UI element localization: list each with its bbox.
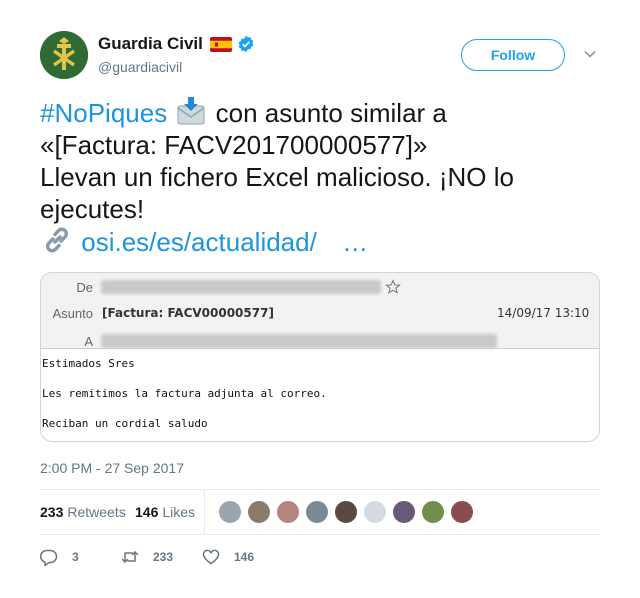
tweet-timestamp[interactable]: 2:00 PM - 27 Sep 2017 [40, 460, 184, 476]
likes-stat[interactable]: 146 Likes [135, 504, 195, 520]
liker-avatar[interactable] [363, 500, 387, 524]
to-redacted [101, 334, 497, 348]
link-icon [42, 225, 72, 255]
avatar[interactable] [40, 31, 88, 79]
like-button[interactable]: 146 [202, 548, 254, 566]
chevron-down-icon[interactable] [583, 47, 597, 61]
email-body: Estimados Sres Les remitimos la factura … [42, 357, 327, 441]
stats-separator [204, 490, 205, 534]
email-body-line: Estimados Sres [42, 357, 135, 370]
reply-button[interactable]: 3 [40, 548, 79, 566]
engagement-stats: 233 Retweets 146 Likes [40, 490, 600, 534]
display-name[interactable]: Guardia Civil [98, 34, 203, 54]
tweet-line2: «[Factura: FACV201700000577]» [40, 130, 428, 160]
account-names: Guardia Civil @guardiacivil [98, 33, 255, 75]
reply-count: 3 [72, 550, 79, 564]
follow-button[interactable]: Follow [461, 39, 565, 71]
tweet-url-link[interactable]: osi.es/es/actualidad/ [81, 227, 317, 257]
tweet-line1-text: con asunto similar a [208, 98, 447, 128]
reply-icon [40, 549, 58, 566]
hashtag-link[interactable]: #NoPiques [40, 98, 167, 128]
like-count: 146 [234, 550, 255, 564]
liker-avatar[interactable] [392, 500, 416, 524]
attached-image[interactable]: De Asunto [Factura: FACV00000577] 14/09/… [40, 272, 600, 442]
liker-avatar[interactable] [247, 500, 271, 524]
heart-icon [202, 549, 220, 565]
email-body-line: Les remitimos la factura adjunta al corr… [42, 387, 327, 400]
retweet-button[interactable]: 233 [121, 548, 173, 566]
retweets-stat[interactable]: 233 Retweets [40, 504, 126, 520]
from-label: De [76, 280, 93, 295]
likes-count: 146 [135, 504, 159, 520]
liker-avatar[interactable] [450, 500, 474, 524]
likes-label: Likes [162, 504, 196, 520]
subject-label: Asunto [52, 306, 93, 321]
star-icon [385, 279, 401, 294]
liker-avatar[interactable] [305, 500, 329, 524]
tweet-text: #NoPiques con asunto similar a «[Factura… [40, 96, 600, 258]
retweets-count: 233 [40, 504, 64, 520]
tweet-line4: ejecutes! [40, 194, 145, 224]
email-header: De Asunto [Factura: FACV00000577] 14/09/… [41, 273, 599, 349]
retweet-icon [121, 551, 139, 563]
verified-badge-icon [237, 35, 255, 53]
liker-avatar[interactable] [334, 500, 358, 524]
divider [40, 534, 600, 535]
tweet-url-ellipsis[interactable]: … [342, 227, 368, 257]
tweet-header: Guardia Civil @guardiacivil Follow [40, 31, 600, 83]
retweet-count: 233 [153, 550, 174, 564]
liker-avatar[interactable] [218, 500, 242, 524]
to-label: A [84, 334, 93, 349]
liker-avatars [218, 500, 474, 524]
tweet-line3: Llevan un fichero Excel malicioso. ¡NO l… [40, 162, 514, 192]
retweets-label: Retweets [67, 504, 126, 520]
liker-avatar[interactable] [276, 500, 300, 524]
email-body-line: Reciban un cordial saludo [42, 417, 208, 430]
liker-avatar[interactable] [421, 500, 445, 524]
incoming-envelope-icon [176, 96, 206, 126]
from-redacted [101, 280, 381, 294]
email-date: 14/09/17 13:10 [497, 306, 590, 320]
email-subject: [Factura: FACV00000577] [102, 306, 274, 320]
spain-flag-icon [209, 36, 232, 52]
account-handle[interactable]: @guardiacivil [98, 59, 255, 75]
